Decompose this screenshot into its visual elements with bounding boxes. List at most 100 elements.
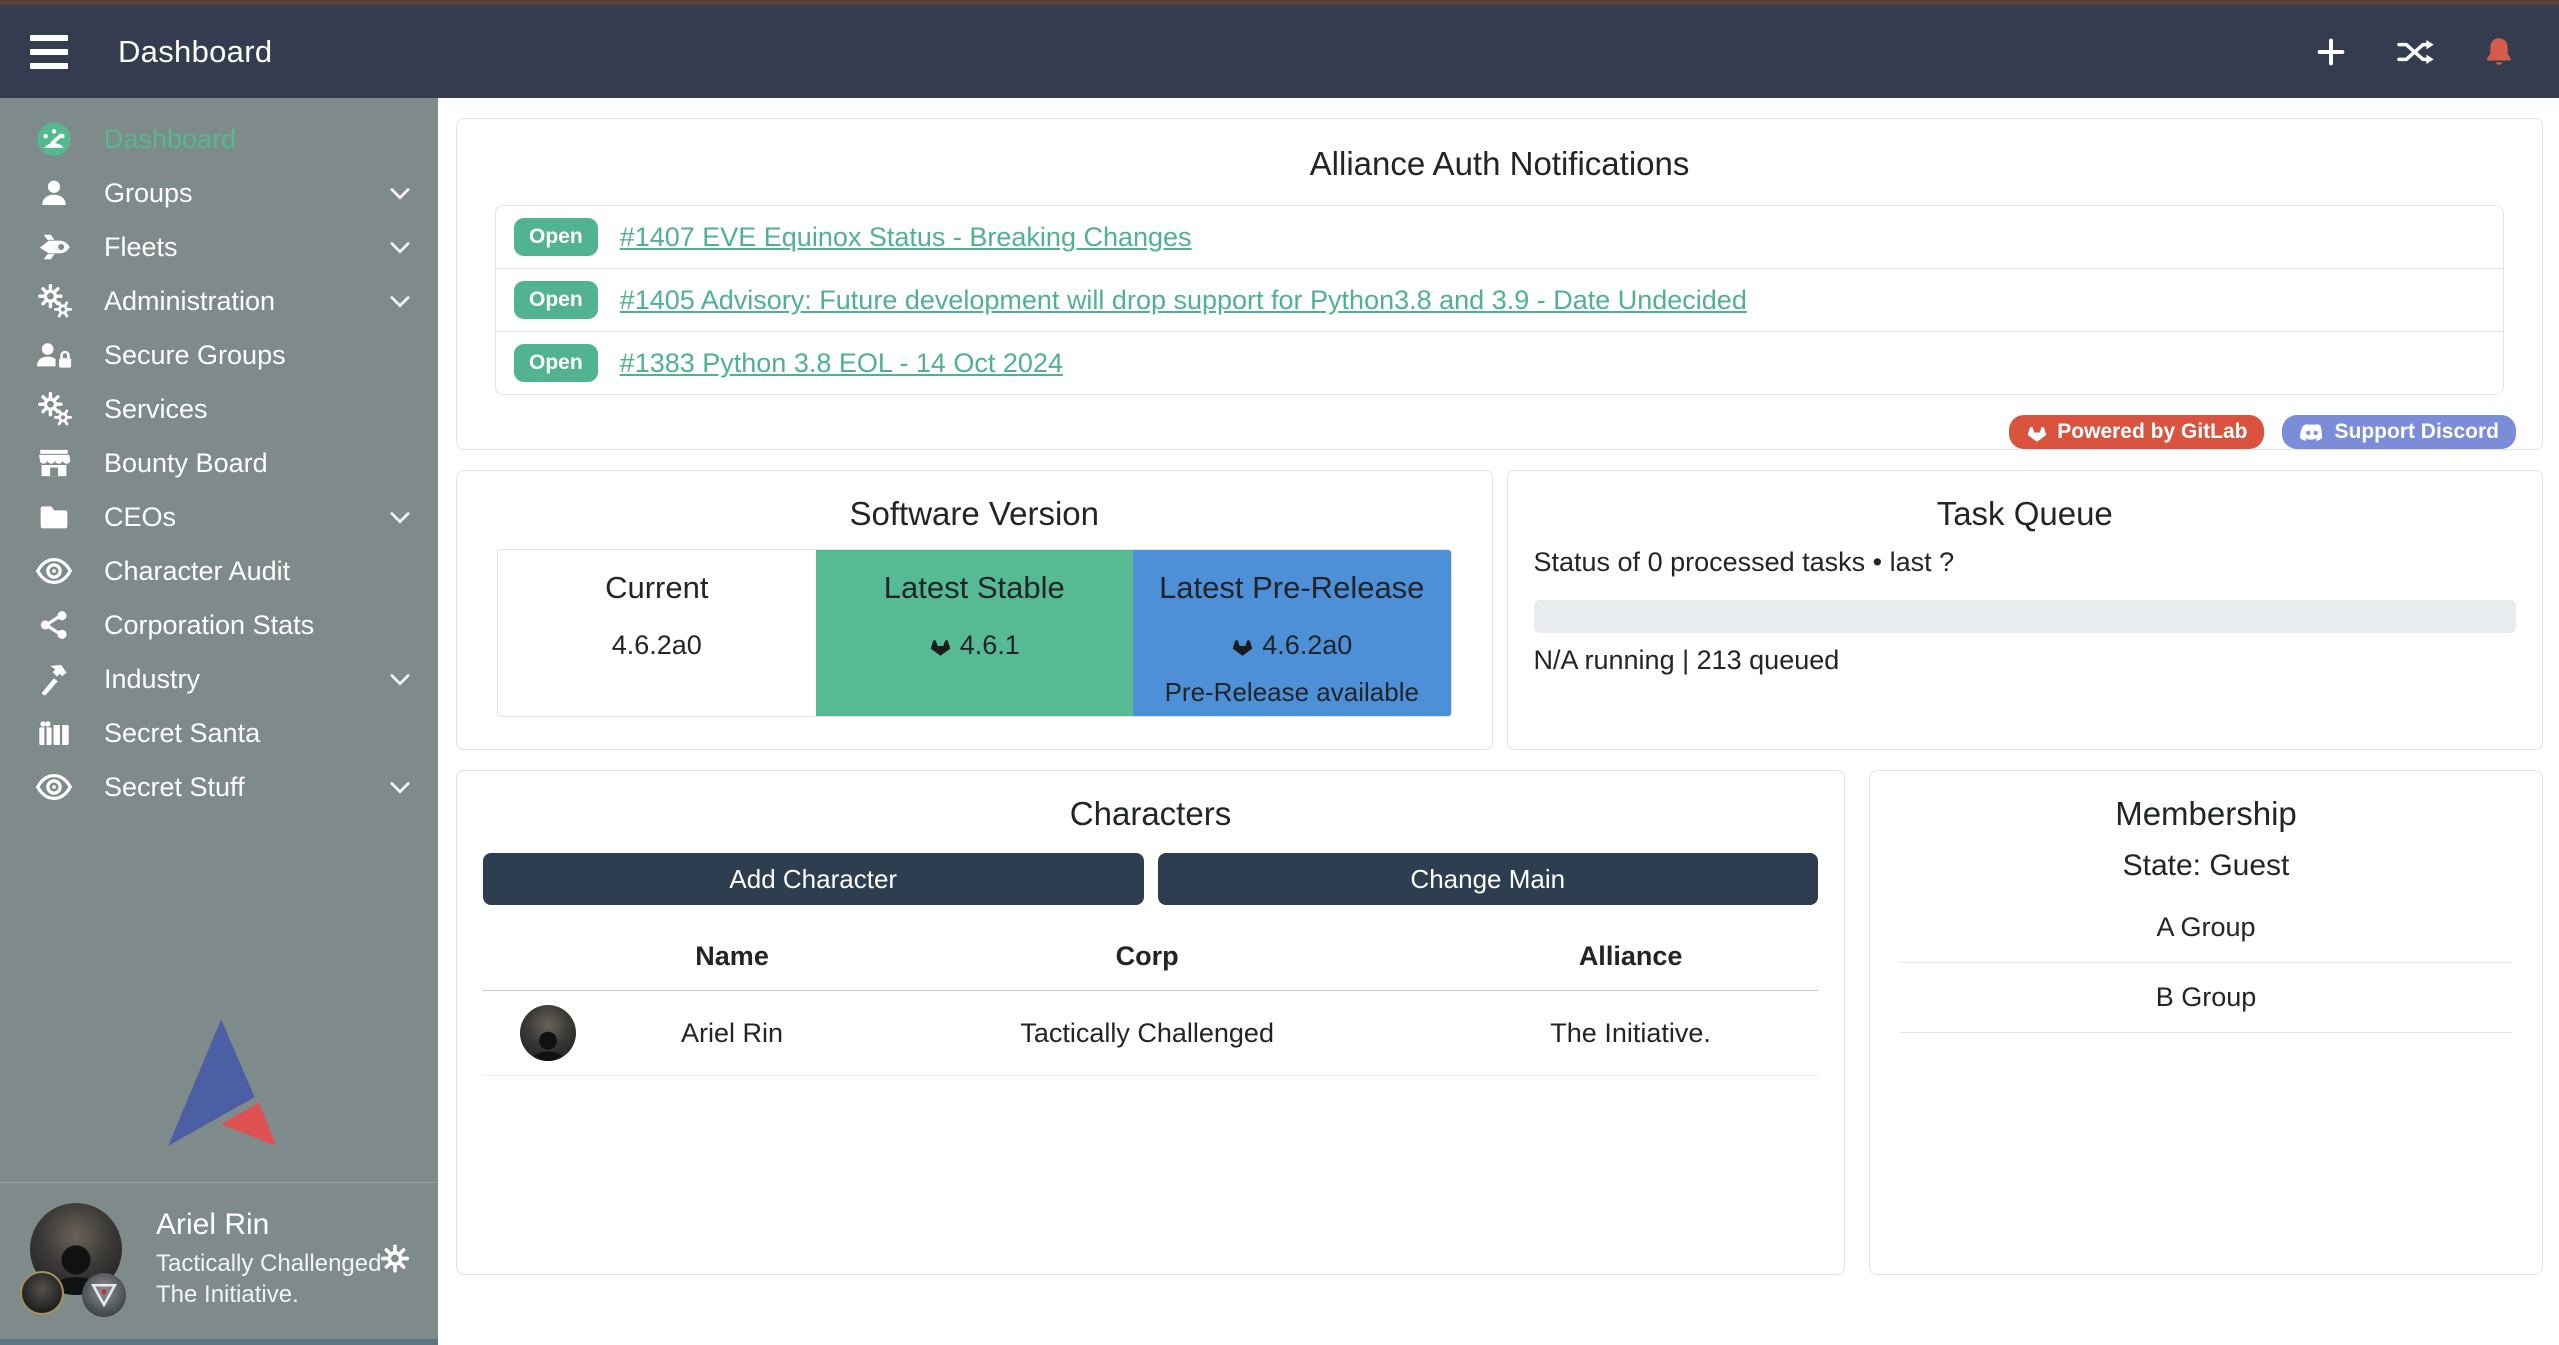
powered-by-gitlab-badge[interactable]: Powered by GitLab — [2009, 415, 2264, 449]
sidebar-item-label: Industry — [104, 664, 200, 695]
notification-row: Open #1405 Advisory: Future development … — [496, 269, 2503, 332]
top-navbar: Dashboard — [0, 5, 2559, 98]
user-alliance: The Initiative. — [156, 1279, 381, 1310]
notification-row: Open #1383 Python 3.8 EOL - 14 Oct 2024 — [496, 332, 2503, 394]
sidebar-item-corporation-stats[interactable]: Corporation Stats — [0, 598, 438, 652]
prerelease-note: Pre-Release available — [1133, 677, 1451, 708]
version-latest-stable: Latest Stable 4.6.1 — [816, 550, 1134, 716]
notifications-bell-icon[interactable] — [2479, 32, 2519, 72]
gitlab-tanuki-icon — [2026, 422, 2048, 443]
status-badge: Open — [514, 218, 598, 256]
user-icon — [30, 177, 78, 209]
portrait-column-header — [483, 927, 613, 991]
alliance-auth-logo — [154, 1014, 284, 1154]
membership-group-row: A Group — [1900, 893, 2512, 963]
sidebar-item-ceos[interactable]: CEOs — [0, 490, 438, 544]
gifts-icon — [30, 717, 78, 749]
chevron-down-icon — [386, 665, 414, 693]
version-stable-header: Latest Stable — [816, 570, 1134, 606]
sidebar-item-secret-santa[interactable]: Secret Santa — [0, 706, 438, 760]
chevron-down-icon — [386, 773, 414, 801]
task-queue-status: Status of 0 processed tasks • last ? — [1534, 547, 2517, 578]
user-name: Ariel Rin — [156, 1208, 381, 1242]
sidebar-item-label: Character Audit — [104, 556, 290, 587]
characters-title: Characters — [483, 795, 1818, 833]
rocket-icon — [30, 231, 78, 263]
add-icon[interactable] — [2311, 32, 2351, 72]
sidebar-item-industry[interactable]: Industry — [0, 652, 438, 706]
gears-icon — [30, 391, 78, 427]
sidebar-item-secret-stuff[interactable]: Secret Stuff — [0, 760, 438, 814]
version-latest-prerelease: Latest Pre-Release 4.6.2a0 Pre-Release a… — [1133, 550, 1451, 716]
user-lock-icon — [30, 339, 78, 371]
characters-table: Name Corp Alliance Ariel Ri — [483, 927, 1818, 1076]
user-corp: Tactically Challenged — [156, 1248, 381, 1279]
status-badge: Open — [514, 344, 598, 382]
support-discord-badge[interactable]: Support Discord — [2282, 415, 2516, 449]
notification-row: Open #1407 EVE Equinox Status - Breaking… — [496, 206, 2503, 269]
folder-icon — [30, 501, 78, 533]
character-alliance-cell: The Initiative. — [1443, 991, 1818, 1076]
discord-icon — [2299, 423, 2325, 442]
sidebar-item-administration[interactable]: Administration — [0, 274, 438, 328]
menu-toggle-icon[interactable] — [30, 35, 76, 69]
user-panel[interactable]: Ariel Rin Tactically Challenged The Init… — [0, 1182, 438, 1339]
version-current: Current 4.6.2a0 — [498, 550, 816, 716]
column-header-corp: Corp — [851, 927, 1443, 991]
share-nodes-icon — [30, 609, 78, 641]
version-prerelease-value: 4.6.2a0 — [1262, 630, 1352, 661]
user-settings-gear-icon[interactable] — [378, 1242, 412, 1281]
sidebar-item-dashboard[interactable]: Dashboard — [0, 112, 438, 166]
discord-badge-label: Support Discord — [2334, 420, 2499, 444]
sidebar-bottom-strip — [0, 1339, 438, 1345]
version-current-header: Current — [498, 570, 816, 606]
main-content: Alliance Auth Notifications Open #1407 E… — [438, 98, 2559, 1345]
sidebar-item-fleets[interactable]: Fleets — [0, 220, 438, 274]
sidebar-item-label: Bounty Board — [104, 448, 268, 479]
sidebar-item-label: CEOs — [104, 502, 176, 533]
user-avatar-stack — [26, 1203, 130, 1315]
notifications-card: Alliance Auth Notifications Open #1407 E… — [456, 118, 2543, 450]
task-queue-counts: N/A running | 213 queued — [1534, 645, 2517, 676]
sidebar: Dashboard Groups Fleets Ad — [0, 98, 438, 1345]
version-prerelease-header: Latest Pre-Release — [1133, 570, 1451, 606]
eye-icon — [30, 557, 78, 585]
membership-group-row: B Group — [1900, 963, 2512, 1033]
notification-link[interactable]: #1407 EVE Equinox Status - Breaking Chan… — [620, 222, 1192, 253]
sidebar-item-label: Groups — [104, 178, 193, 209]
sidebar-item-label: Fleets — [104, 232, 178, 263]
sidebar-item-label: Secret Santa — [104, 718, 260, 749]
notifications-list: Open #1407 EVE Equinox Status - Breaking… — [495, 205, 2504, 395]
shuffle-icon[interactable] — [2395, 32, 2435, 72]
gitlab-tanuki-icon — [929, 635, 952, 657]
change-main-button[interactable]: Change Main — [1158, 853, 1819, 905]
sidebar-item-services[interactable]: Services — [0, 382, 438, 436]
gitlab-tanuki-icon — [1231, 635, 1254, 657]
sidebar-item-label: Administration — [104, 286, 275, 317]
task-queue-title: Task Queue — [1534, 495, 2517, 533]
column-header-name: Name — [613, 927, 851, 991]
sidebar-item-groups[interactable]: Groups — [0, 166, 438, 220]
sidebar-item-bounty-board[interactable]: Bounty Board — [0, 436, 438, 490]
membership-state: State: Guest — [1900, 849, 2512, 883]
sidebar-item-label: Dashboard — [104, 124, 236, 155]
sidebar-item-label: Services — [104, 394, 208, 425]
add-character-button[interactable]: Add Character — [483, 853, 1144, 905]
dashboard-gauge-icon — [30, 120, 78, 158]
column-header-alliance: Alliance — [1443, 927, 1818, 991]
version-stable-value: 4.6.1 — [960, 630, 1020, 661]
sidebar-item-label: Secure Groups — [104, 340, 286, 371]
notification-link[interactable]: #1405 Advisory: Future development will … — [620, 285, 1747, 316]
character-corp-cell: Tactically Challenged — [851, 991, 1443, 1076]
sidebar-item-secure-groups[interactable]: Secure Groups — [0, 328, 438, 382]
sidebar-item-label: Secret Stuff — [104, 772, 245, 803]
version-box: Current 4.6.2a0 Latest Stable 4.6.1 Late… — [497, 549, 1452, 717]
task-queue-card: Task Queue Status of 0 processed tasks •… — [1507, 470, 2544, 750]
chevron-down-icon — [386, 233, 414, 261]
membership-title: Membership — [1900, 795, 2512, 833]
notification-link[interactable]: #1383 Python 3.8 EOL - 14 Oct 2024 — [620, 348, 1063, 379]
sidebar-item-character-audit[interactable]: Character Audit — [0, 544, 438, 598]
task-queue-progressbar — [1534, 600, 2517, 633]
alliance-logo-badge — [82, 1273, 126, 1317]
chevron-down-icon — [386, 179, 414, 207]
